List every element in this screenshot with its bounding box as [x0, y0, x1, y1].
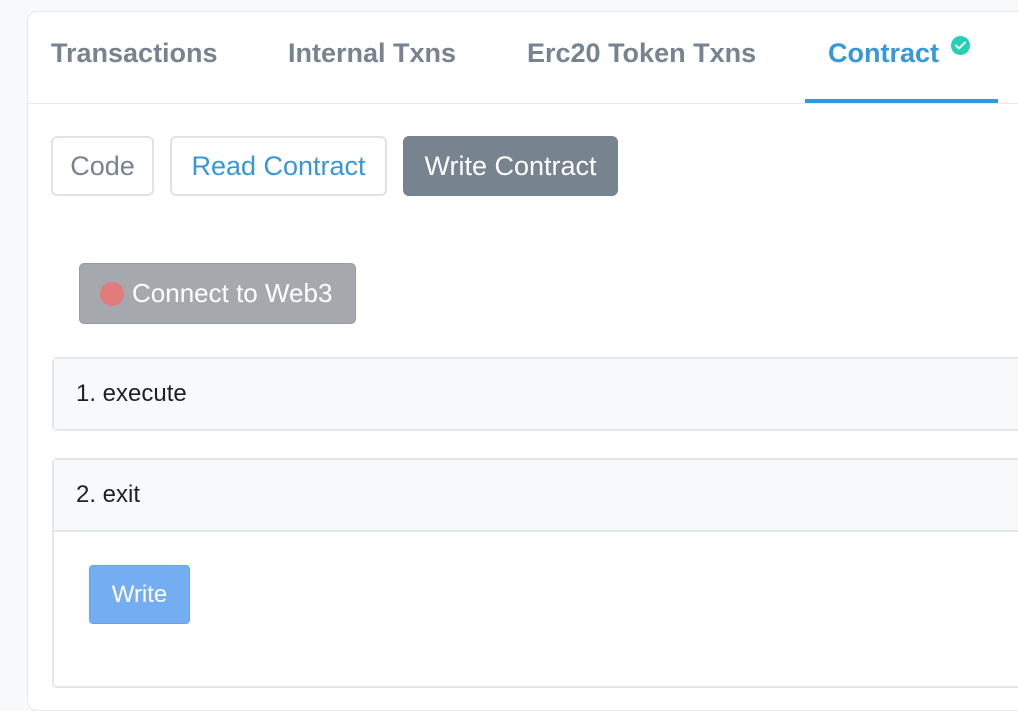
function-header-execute[interactable]: 1. execute — [54, 359, 1018, 429]
active-tab-indicator — [805, 99, 998, 103]
connect-web3-button[interactable]: Connect to Web3 — [79, 263, 356, 324]
connect-web3-label: Connect to Web3 — [132, 278, 333, 308]
code-button[interactable]: Code — [51, 136, 154, 196]
function-header-exit[interactable]: 2. exit — [54, 460, 1018, 532]
tab-internal-txns[interactable]: Internal Txns — [288, 38, 456, 69]
tab-contract[interactable]: Contract — [828, 38, 939, 69]
tab-erc20-token-txns[interactable]: Erc20 Token Txns — [527, 38, 756, 69]
function-panel-execute: 1. execute — [52, 357, 1018, 431]
write-contract-button[interactable]: Write Contract — [403, 136, 618, 196]
check-circle-icon — [951, 36, 970, 55]
tab-transactions[interactable]: Transactions — [51, 38, 218, 69]
contract-card: Transactions Internal Txns Erc20 Token T… — [27, 11, 1018, 711]
function-panel-exit: 2. exit Write — [52, 458, 1018, 688]
tab-bar: Transactions Internal Txns Erc20 Token T… — [28, 12, 1018, 104]
red-dot-icon — [100, 282, 124, 306]
write-button[interactable]: Write — [89, 565, 190, 624]
read-contract-button[interactable]: Read Contract — [170, 136, 387, 196]
